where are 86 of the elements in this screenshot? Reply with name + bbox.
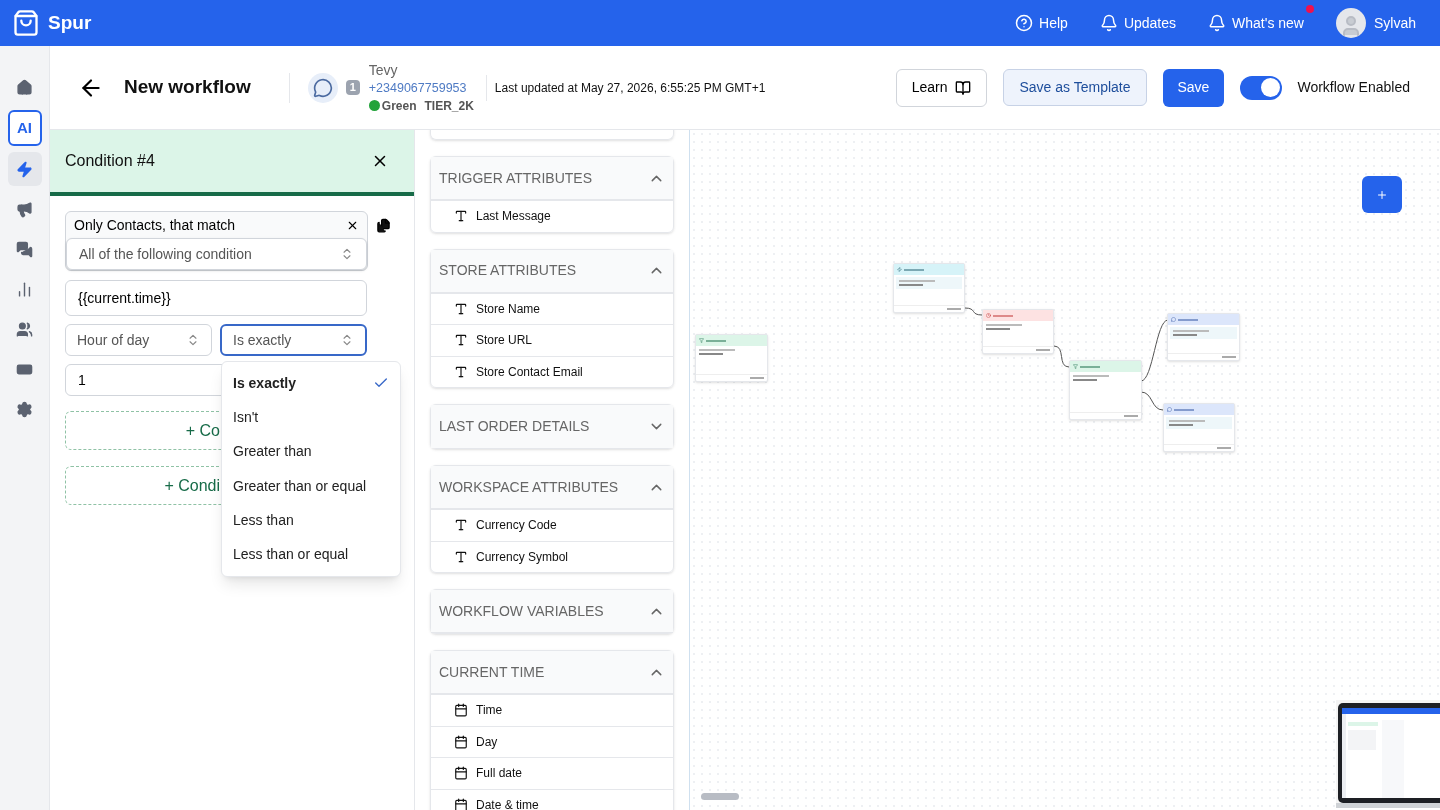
connector xyxy=(1140,391,1164,411)
chat-icon xyxy=(16,240,33,258)
text-type-icon xyxy=(454,364,468,379)
node-type-icon xyxy=(1073,364,1078,369)
text-type-icon xyxy=(454,333,468,348)
tier-label: TIER_2K xyxy=(424,97,474,115)
copy-icon[interactable] xyxy=(376,218,391,233)
attribute-item[interactable]: Store Name xyxy=(431,292,673,324)
user-name: Sylvah xyxy=(1373,13,1416,33)
section-header[interactable]: STORE ATTRIBUTES xyxy=(431,249,673,293)
toggle-switch[interactable] xyxy=(1240,75,1283,100)
settings-icon xyxy=(16,400,33,418)
attribute-item[interactable]: Time xyxy=(431,694,673,726)
workflow-node[interactable] xyxy=(982,309,1054,354)
save-as-template-button[interactable]: Save as Template xyxy=(1003,69,1147,106)
nav-item[interactable] xyxy=(7,152,42,186)
learn-button[interactable]: Learn xyxy=(895,68,988,107)
book-icon xyxy=(955,79,972,96)
node-type-icon xyxy=(986,313,991,318)
bar-chart-icon xyxy=(16,280,33,298)
calendar-icon xyxy=(454,734,468,749)
connector xyxy=(1140,319,1169,382)
attribute-item[interactable]: Day xyxy=(431,725,673,757)
toggle-label: Workflow Enabled xyxy=(1297,78,1410,97)
attribute-item[interactable]: Currency Code xyxy=(431,509,673,541)
text-type-icon xyxy=(454,549,468,564)
connector xyxy=(964,307,983,316)
dropdown-option[interactable]: Less than xyxy=(222,503,400,538)
add-node-button[interactable] xyxy=(1362,176,1402,213)
section-header[interactable]: LAST ORDER DETAILS xyxy=(431,405,673,448)
node-type-icon xyxy=(897,267,902,272)
attribute-item[interactable]: Currency Symbol xyxy=(431,540,673,572)
attribute-item[interactable]: Last Message xyxy=(431,200,673,232)
attribute-select[interactable]: Hour of day xyxy=(65,324,212,356)
logo-icon xyxy=(12,9,40,37)
ai-button[interactable]: AI xyxy=(7,110,42,146)
workflow-node[interactable] xyxy=(893,263,965,313)
node-type-icon xyxy=(1167,407,1172,412)
bell-icon xyxy=(1208,14,1227,32)
workflow-node[interactable] xyxy=(695,334,768,382)
megaphone-icon xyxy=(16,200,33,218)
contact-name: Tevy xyxy=(368,60,399,79)
save-button[interactable]: Save xyxy=(1162,68,1225,107)
operator-select[interactable]: Is exactly xyxy=(220,324,367,356)
calendar-icon xyxy=(454,703,468,718)
variable-field[interactable]: {{current.time}} xyxy=(65,280,367,316)
section-header[interactable]: WORKFLOW VARIABLES xyxy=(431,590,673,633)
node-type-icon xyxy=(699,338,704,343)
section-header[interactable]: WORKSPACE ATTRIBUTES xyxy=(431,466,673,509)
match-mode-select[interactable]: All of the following condition xyxy=(66,238,367,270)
help-icon xyxy=(1015,14,1034,32)
channel-count: 1 xyxy=(345,80,360,95)
text-type-icon xyxy=(454,518,468,533)
section-header[interactable]: TRIGGER ATTRIBUTES xyxy=(431,157,673,200)
topbar-link[interactable]: Help xyxy=(1015,12,1068,34)
topbar-link[interactable]: Updates xyxy=(1099,12,1177,34)
connector xyxy=(1053,345,1070,368)
last-updated-text: Last updated at May 27, 2026, 6:55:25 PM GMT+1 xyxy=(494,79,766,97)
panel-title: Condition #4 xyxy=(65,151,155,171)
text-type-icon xyxy=(454,209,468,224)
bell-icon xyxy=(1099,14,1118,32)
brand-name: Spur xyxy=(48,10,92,35)
lightning-icon xyxy=(16,160,33,178)
attribute-item[interactable]: Full date xyxy=(431,757,673,789)
workflow-title: New workflow xyxy=(124,75,251,100)
dropdown-option[interactable]: Less than or equal xyxy=(222,537,400,572)
workflow-node[interactable] xyxy=(1167,313,1240,361)
plus-icon xyxy=(1376,188,1388,201)
workflow-node[interactable] xyxy=(1163,403,1235,452)
topbar-link[interactable]: What's new xyxy=(1208,12,1304,34)
contact-phone: +2349067759953 xyxy=(368,79,468,97)
avatar[interactable] xyxy=(1335,8,1366,38)
attribute-item[interactable]: Store Contact Email xyxy=(431,355,673,387)
workflow-node[interactable] xyxy=(1069,360,1142,420)
tag-label: Green xyxy=(381,97,417,115)
users-icon xyxy=(16,320,33,338)
calendar-icon xyxy=(454,797,468,810)
attribute-item[interactable]: Store URL xyxy=(431,324,673,356)
text-type-icon xyxy=(454,301,468,316)
attribute-item[interactable]: Date & time xyxy=(431,788,673,810)
scrollbar-thumb[interactable] xyxy=(701,793,739,800)
calendar-icon xyxy=(454,766,468,781)
section-header[interactable]: CURRENT TIME xyxy=(431,651,673,694)
match-label: Only Contacts, that match xyxy=(74,215,236,235)
home-icon xyxy=(16,78,33,96)
node-type-icon xyxy=(1171,317,1176,322)
